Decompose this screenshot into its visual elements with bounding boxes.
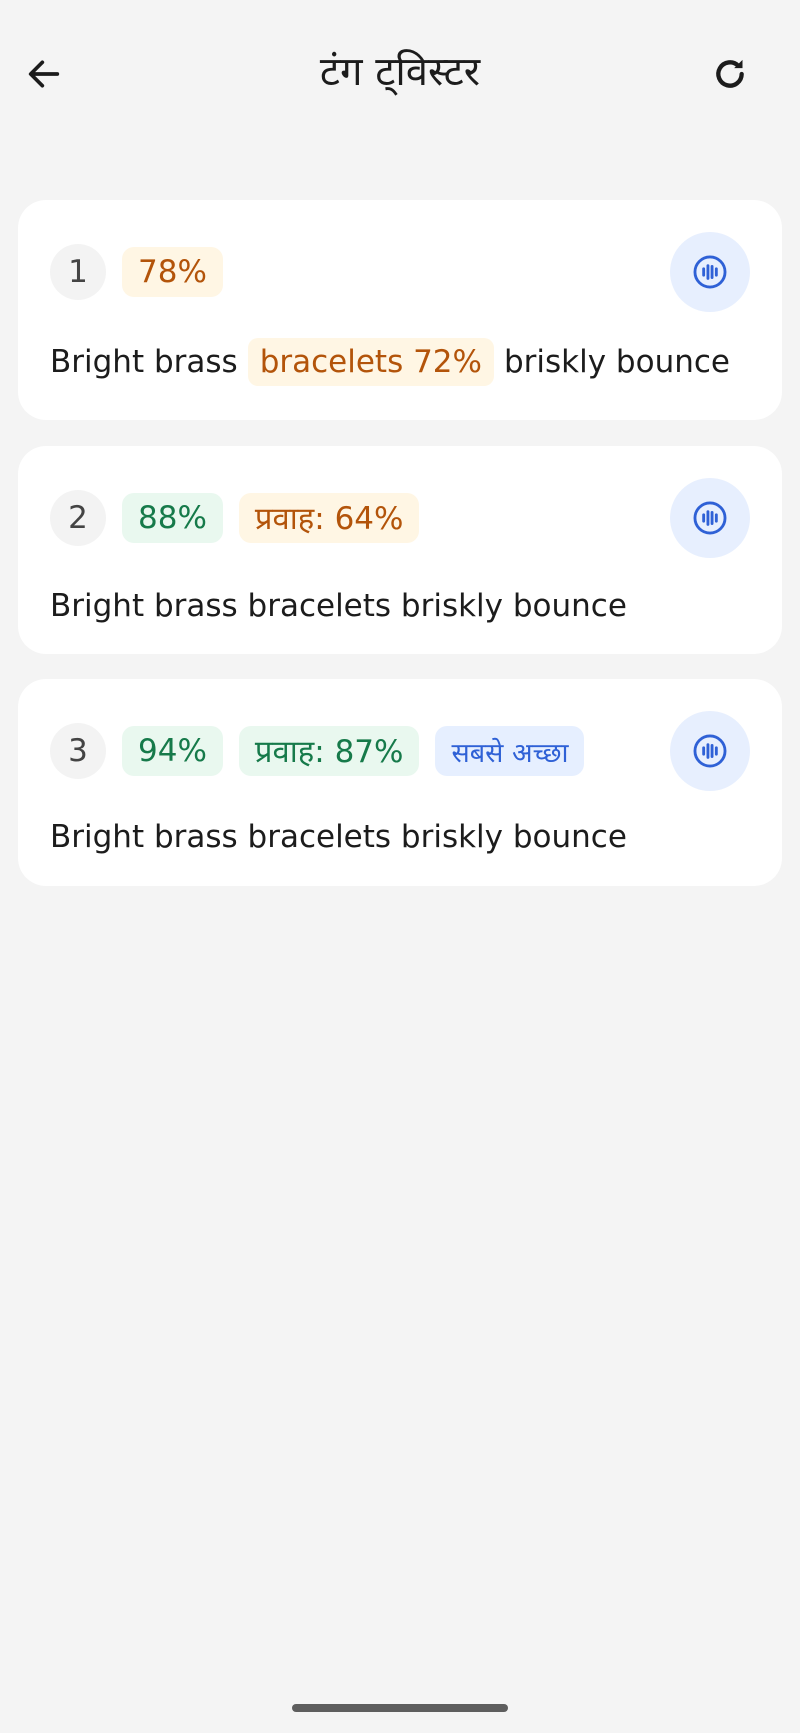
tongue-twister-text: Bright brass bracelets briskly bounce [50, 588, 627, 624]
sentence-part: Bright brass [50, 344, 238, 380]
play-recording-button[interactable] [670, 478, 750, 558]
attempt-header: 1 78% [50, 244, 223, 300]
audio-play-icon [693, 255, 727, 289]
audio-play-icon [693, 501, 727, 535]
fluency-badge: प्रवाह: 64% [238, 493, 420, 543]
attempt-card: 1 78% Bright brass bracelets 72% briskly… [18, 200, 782, 420]
mispronounced-word: bracelets 72% [247, 338, 494, 386]
tongue-twister-text: Bright brass bracelets 72% briskly bounc… [50, 334, 730, 390]
play-recording-button[interactable] [670, 711, 750, 791]
header: टंग ट्विस्टर [0, 0, 800, 150]
attempt-number: 3 [50, 723, 106, 779]
tongue-twister-text: Bright brass bracelets briskly bounce [50, 819, 627, 855]
score-badge: 78% [122, 247, 223, 297]
refresh-icon [716, 59, 744, 88]
play-recording-button[interactable] [670, 232, 750, 312]
attempt-card: 2 88% प्रवाह: 64% Bright brass bracelets… [18, 446, 782, 654]
attempt-number: 2 [50, 490, 106, 546]
attempt-card: 3 94% प्रवाह: 87% सबसे अच्छा Bright bras… [18, 679, 782, 886]
attempt-number: 1 [50, 244, 106, 300]
attempt-header: 2 88% प्रवाह: 64% [50, 490, 420, 546]
audio-play-icon [693, 734, 727, 768]
home-indicator[interactable] [292, 1704, 508, 1712]
page-title: टंग ट्विस्टर [319, 49, 481, 95]
score-badge: 88% [122, 493, 223, 543]
sentence-part: briskly bounce [503, 344, 730, 380]
fluency-badge: प्रवाह: 87% [238, 726, 420, 776]
best-attempt-badge: सबसे अच्छा [435, 726, 585, 776]
refresh-button[interactable] [698, 42, 762, 106]
app-screen: टंग ट्विस्टर 1 78% Bright brass bracelet… [0, 0, 800, 1733]
attempt-header: 3 94% प्रवाह: 87% सबसे अच्छा [50, 723, 585, 779]
score-badge: 94% [122, 726, 223, 776]
